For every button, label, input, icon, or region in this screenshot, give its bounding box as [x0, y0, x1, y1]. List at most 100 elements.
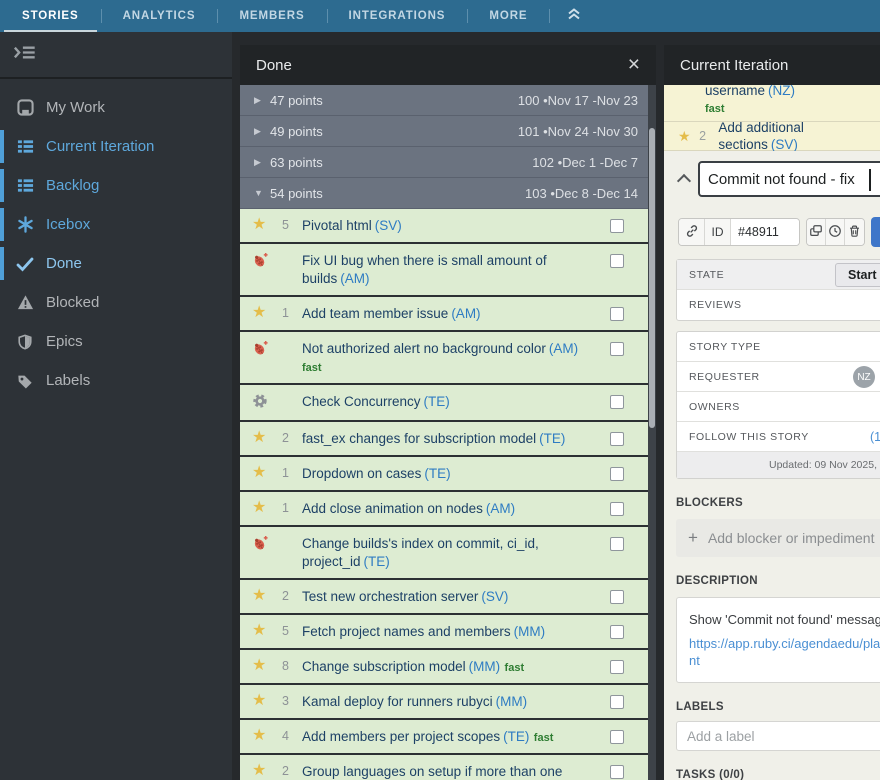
close-icon[interactable]: [628, 55, 640, 75]
requester-label: REQUESTER: [689, 371, 760, 383]
story-checkbox[interactable]: [610, 502, 624, 516]
sidebar-item[interactable]: Blocked: [0, 283, 232, 322]
story-label[interactable]: fast: [534, 732, 554, 744]
description-link-wrap[interactable]: nt: [689, 652, 880, 669]
gear-icon: [252, 393, 276, 413]
story-checkbox[interactable]: [610, 432, 624, 446]
story-row[interactable]: 5 Pivotal html(SV): [240, 209, 648, 244]
story-checkbox[interactable]: [610, 219, 624, 233]
story-title-input[interactable]: [698, 161, 880, 197]
story-row[interactable]: Fix UI bug when there is small amount of…: [240, 244, 648, 297]
description-box[interactable]: Show 'Commit not found' messag https://a…: [676, 597, 880, 683]
sidebar-collapse-button[interactable]: [13, 45, 36, 65]
story-checkbox[interactable]: [610, 695, 624, 709]
primary-action-button[interactable]: [871, 217, 880, 247]
reviews-label: REVIEWS: [689, 299, 742, 311]
sidebar-item[interactable]: Backlog: [0, 166, 232, 205]
iteration-number-dates: 102 •Dec 1 -Dec 7: [532, 155, 638, 170]
sidebar-item[interactable]: My Work: [0, 88, 232, 127]
story-row[interactable]: 2 Test new orchestration server(SV): [240, 580, 648, 615]
sidebar-item-label: Backlog: [46, 177, 99, 194]
story-owner-initials: (SV): [771, 137, 798, 152]
iteration-header[interactable]: 49 points 101 •Nov 24 -Nov 30: [240, 116, 648, 147]
story-title: Add close animation on nodes(AM): [302, 501, 515, 516]
story-label[interactable]: fast: [505, 662, 525, 674]
done-scrollbar[interactable]: [648, 85, 656, 780]
scrollbar-thumb[interactable]: [649, 128, 655, 428]
story-row[interactable]: Check Concurrency(TE): [240, 385, 648, 422]
story-row[interactable]: 2 Add additional sections(SV): [664, 122, 880, 151]
sidebar-item[interactable]: Labels: [0, 361, 232, 400]
iteration-header[interactable]: 54 points 103 •Dec 8 -Dec 14: [240, 178, 648, 209]
nav-tab[interactable]: STORIES: [0, 0, 101, 32]
start-button[interactable]: Start: [835, 263, 880, 287]
sidebar-item-label: Blocked: [46, 294, 99, 311]
description-link[interactable]: https://app.ruby.ci/agendaedu/pla: [689, 635, 880, 652]
iteration-number-dates: 101 •Nov 24 -Nov 30: [518, 124, 638, 139]
story-row[interactable]: 8 Change subscription model(MM) fast: [240, 650, 648, 685]
story-checkbox[interactable]: [610, 467, 624, 481]
iteration-caret-icon[interactable]: [254, 157, 270, 168]
iteration-header[interactable]: 47 points 100 •Nov 17 -Nov 23: [240, 85, 648, 116]
nav-tab[interactable]: MORE: [467, 0, 549, 32]
story-checkbox[interactable]: [610, 342, 624, 356]
nav-collapse-button[interactable]: [549, 0, 599, 32]
add-blocker-button[interactable]: Add blocker or impediment: [676, 519, 880, 557]
story-row[interactable]: 1 Add team member issue(AM): [240, 297, 648, 332]
story-label[interactable]: fast: [302, 362, 322, 374]
story-row[interactable]: 5 Fetch project names and members(MM): [240, 615, 648, 650]
sidebar-item[interactable]: Done: [0, 244, 232, 283]
story-owner-initials: (TE): [539, 431, 565, 446]
story-id-value[interactable]: #48911: [731, 219, 799, 245]
story-row[interactable]: 1 Add close animation on nodes(AM): [240, 492, 648, 527]
story-points: 1: [276, 305, 302, 323]
sidebar-item[interactable]: Epics: [0, 322, 232, 361]
story-checkbox[interactable]: [610, 730, 624, 744]
story-checkbox[interactable]: [610, 625, 624, 639]
story-checkbox[interactable]: [610, 590, 624, 604]
link-icon[interactable]: [679, 219, 705, 245]
iteration-number-dates: 100 •Nov 17 -Nov 23: [518, 93, 638, 108]
nav-tab[interactable]: INTEGRATIONS: [327, 0, 468, 32]
story-title: Dropdown on cases(TE): [302, 466, 451, 481]
collapse-story-icon[interactable]: [677, 174, 691, 188]
story-row[interactable]: 2 fast_ex changes for subscription model…: [240, 422, 648, 457]
iteration-points: 49 points: [270, 124, 323, 139]
sidebar-item[interactable]: Icebox: [0, 205, 232, 244]
story-checkbox[interactable]: [610, 537, 624, 551]
story-checkbox[interactable]: [610, 765, 624, 779]
story-row[interactable]: 1 Dropdown on cases(TE): [240, 457, 648, 492]
story-row[interactable]: Change builds's index on commit, ci_id, …: [240, 527, 648, 580]
labels-label: LABELS: [676, 701, 880, 713]
nav-tab[interactable]: ANALYTICS: [101, 0, 218, 32]
clock-icon[interactable]: [826, 219, 845, 245]
story-row[interactable]: Not authorized alert no background color…: [240, 332, 648, 385]
follower-count[interactable]: (1: [870, 430, 880, 444]
iteration-caret-icon[interactable]: [254, 126, 270, 137]
add-label-input[interactable]: [676, 721, 880, 751]
sidebar-item[interactable]: Current Iteration: [0, 127, 232, 166]
copy-icon[interactable]: [807, 219, 826, 245]
iteration-header[interactable]: 63 points 102 •Dec 1 -Dec 7: [240, 147, 648, 178]
story-editor: ID #48911 STATE Start REVIEWS: [664, 151, 880, 780]
iteration-points: 63 points: [270, 155, 323, 170]
trash-icon[interactable]: [845, 219, 864, 245]
story-points: [276, 252, 302, 288]
story-row[interactable]: 3 Kamal deploy for runners rubyci(MM): [240, 685, 648, 720]
iteration-caret-icon[interactable]: [254, 95, 270, 106]
story-checkbox[interactable]: [610, 254, 624, 268]
story-checkbox[interactable]: [610, 660, 624, 674]
story-checkbox[interactable]: [610, 395, 624, 409]
story-row[interactable]: 4 Add members per project scopes(TE) fas…: [240, 720, 648, 755]
story-row[interactable]: username(NZ) fast: [664, 85, 880, 122]
story-owner-initials: (TE): [424, 466, 450, 481]
story-label[interactable]: fast: [705, 103, 725, 115]
story-row[interactable]: 2 Group languages on setup if more than …: [240, 755, 648, 780]
nav-tab-label: ANALYTICS: [123, 10, 196, 22]
bug-icon: [252, 535, 276, 571]
story-checkbox[interactable]: [610, 307, 624, 321]
star-icon: [252, 465, 276, 483]
star-icon: [252, 728, 276, 746]
nav-tab[interactable]: MEMBERS: [217, 0, 326, 32]
iteration-caret-icon[interactable]: [254, 188, 270, 198]
